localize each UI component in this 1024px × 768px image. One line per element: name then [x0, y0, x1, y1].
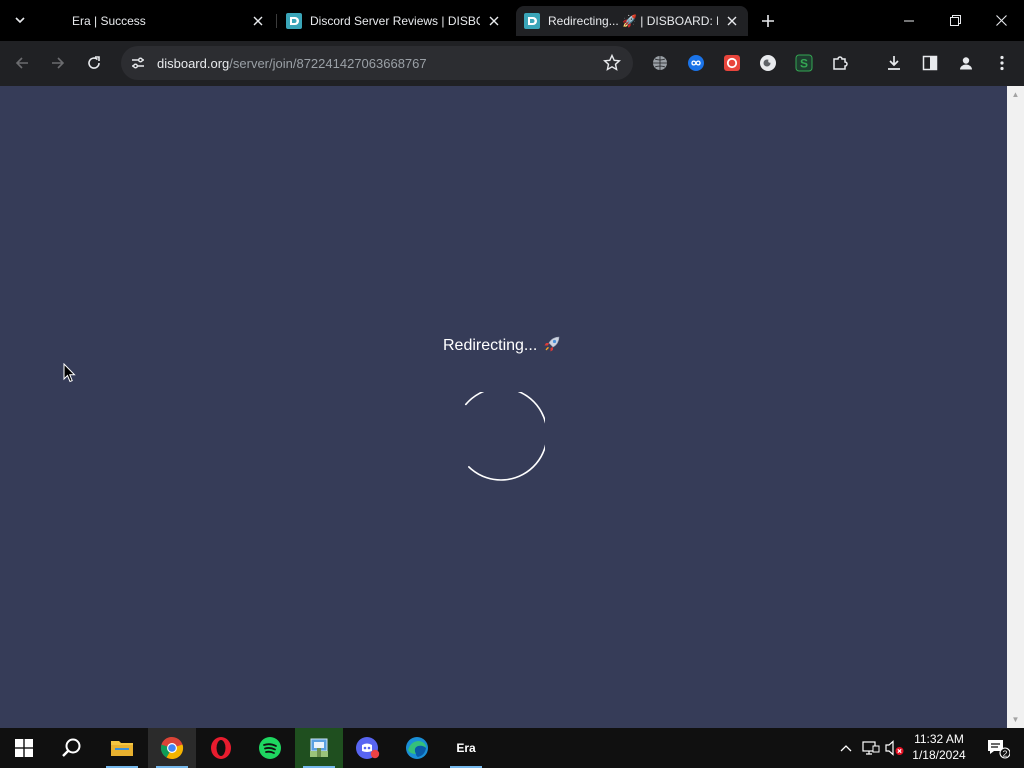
tab-title: Discord Server Reviews | DISBOARD: [310, 14, 480, 28]
scroll-down-arrow-icon[interactable]: ▼: [1011, 715, 1020, 724]
tab-discord-server-reviews[interactable]: Discord Server Reviews | DISBOARD: [278, 6, 510, 36]
address-bar[interactable]: disboard.org/server/join/872241427063668…: [121, 46, 633, 80]
era-app-icon[interactable]: Era: [442, 728, 490, 768]
redirecting-label: Redirecting...: [443, 337, 538, 354]
app-installer-icon[interactable]: [295, 728, 343, 768]
tab-title: Era | Success: [72, 14, 146, 28]
file-explorer-icon[interactable]: [98, 728, 146, 768]
side-panel-icon[interactable]: [920, 53, 940, 73]
windows-start-icon[interactable]: [0, 728, 48, 768]
globe-extension-icon[interactable]: [650, 53, 670, 73]
restore-icon[interactable]: [932, 0, 978, 41]
clock-date: 1/18/2024: [912, 748, 966, 762]
url-domain: disboard.org: [157, 55, 230, 71]
windows-taskbar: Era 11:32 AM 1/18/2024 2: [0, 728, 1024, 768]
white-circle-extension-icon[interactable]: [758, 53, 778, 73]
tab-title: Redirecting... 🚀 | DISBOARD: Discord Ser…: [548, 14, 718, 28]
tab-strip: Era | Success Discord Server Reviews | D…: [0, 0, 1024, 41]
profile-avatar-icon[interactable]: [956, 53, 976, 73]
infinity-extension-icon[interactable]: [686, 53, 706, 73]
show-hidden-icons-chevron-icon[interactable]: [836, 728, 856, 768]
action-center-icon[interactable]: 2: [978, 728, 1018, 768]
rocket-icon: [544, 336, 560, 352]
spotify-icon[interactable]: [246, 728, 294, 768]
disboard-icon: [286, 13, 302, 29]
scroll-up-arrow-icon[interactable]: ▲: [1011, 90, 1020, 99]
back-arrow-icon[interactable]: [10, 51, 34, 75]
opera-icon[interactable]: [197, 728, 245, 768]
chrome-icon[interactable]: [148, 728, 196, 768]
network-icon[interactable]: [860, 728, 882, 768]
disboard-icon: [524, 13, 540, 29]
url-path: /server/join/872241427063668767: [229, 55, 427, 71]
svg-text:S: S: [800, 57, 808, 71]
site-settings-icon[interactable]: [129, 54, 147, 72]
tab-era-success[interactable]: Era | Success: [60, 6, 274, 36]
notification-count: 2: [1003, 748, 1008, 758]
taskbar-search-icon[interactable]: [48, 728, 96, 768]
tab-search-chevron-icon[interactable]: [8, 10, 32, 30]
tab-close-icon[interactable]: [724, 13, 740, 29]
extensions-puzzle-icon[interactable]: [830, 53, 850, 73]
clock-time: 11:32 AM: [914, 732, 964, 746]
tab-redirecting[interactable]: Redirecting... 🚀 | DISBOARD: Discord Ser…: [516, 6, 748, 36]
kebab-menu-icon[interactable]: [992, 53, 1012, 73]
browser-toolbar: disboard.org/server/join/872241427063668…: [0, 41, 1024, 86]
taskbar-clock[interactable]: 11:32 AM 1/18/2024: [906, 731, 972, 765]
reload-icon[interactable]: [82, 51, 106, 75]
close-window-icon[interactable]: [978, 0, 1024, 41]
discord-app-icon[interactable]: [344, 728, 392, 768]
forward-arrow-icon[interactable]: [46, 51, 70, 75]
tab-close-icon[interactable]: [486, 13, 502, 29]
vertical-scrollbar[interactable]: ▲ ▼: [1007, 86, 1024, 728]
loading-spinner: [454, 392, 545, 481]
new-tab-plus-icon[interactable]: [758, 11, 778, 31]
download-icon[interactable]: [884, 53, 904, 73]
tab-close-icon[interactable]: [250, 13, 266, 29]
edge-icon[interactable]: [393, 728, 441, 768]
volume-muted-icon[interactable]: [884, 728, 906, 768]
minimize-icon[interactable]: [886, 0, 932, 41]
url-text: disboard.org/server/join/872241427063668…: [157, 56, 427, 71]
era-app-label: Era: [456, 741, 476, 755]
redirect-message: Redirecting...: [443, 335, 561, 355]
tab-separator: [276, 14, 277, 28]
mouse-cursor-icon: [63, 363, 76, 383]
s-extension-icon[interactable]: S: [794, 53, 814, 73]
bookmark-star-icon[interactable]: [603, 54, 621, 72]
red-circle-extension-icon[interactable]: [722, 53, 742, 73]
